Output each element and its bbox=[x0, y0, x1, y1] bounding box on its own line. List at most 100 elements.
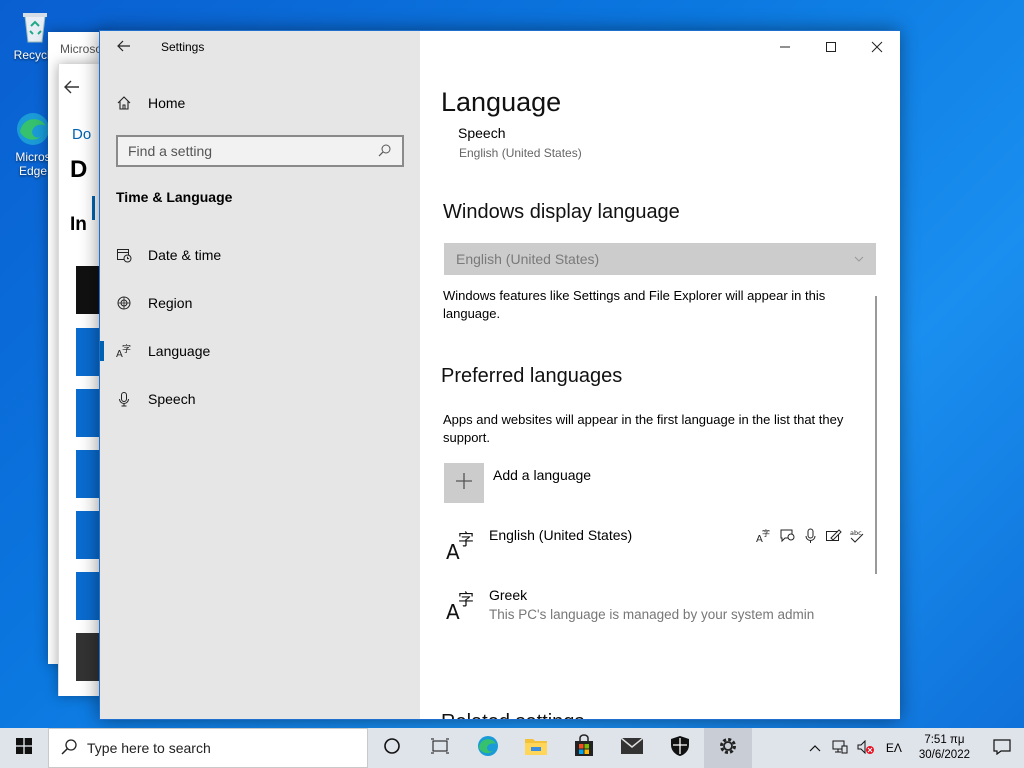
display-language-value: English (United States) bbox=[456, 251, 600, 267]
svg-text:字: 字 bbox=[122, 343, 131, 355]
input-indicator[interactable]: ΕΛ bbox=[879, 741, 909, 755]
language-pack-icon: A字 bbox=[444, 587, 480, 628]
display-language-feature-icon: A字 bbox=[756, 527, 773, 549]
nav-region[interactable]: Region bbox=[100, 283, 420, 323]
chevron-down-icon bbox=[854, 251, 864, 267]
microphone-icon bbox=[100, 391, 148, 407]
background-thumbnail bbox=[76, 511, 100, 559]
background-thumbnail bbox=[76, 389, 100, 437]
edge-icon bbox=[476, 734, 500, 763]
background-link[interactable]: Do bbox=[72, 126, 91, 143]
scrollbar[interactable] bbox=[875, 296, 877, 574]
volume-button[interactable] bbox=[853, 739, 879, 757]
nav-date-time-label: Date & time bbox=[148, 247, 222, 263]
taskbar-mail[interactable] bbox=[608, 728, 656, 768]
language-row-greek[interactable]: A字 Greek This PC's language is managed b… bbox=[444, 587, 884, 635]
nav-home[interactable]: Home bbox=[100, 83, 420, 123]
nav-speech[interactable]: Speech bbox=[100, 379, 420, 419]
add-language-button[interactable] bbox=[444, 463, 484, 503]
nav-language-label: Language bbox=[148, 343, 211, 359]
nav-speech-label: Speech bbox=[148, 391, 196, 407]
task-view-button[interactable] bbox=[416, 728, 464, 768]
text-to-speech-icon bbox=[779, 527, 796, 549]
language-admin-note: This PC's language is managed by your sy… bbox=[489, 607, 815, 622]
background-subheading: In bbox=[70, 214, 87, 235]
title-bar[interactable]: Settings bbox=[100, 31, 420, 63]
globe-icon bbox=[100, 295, 148, 311]
taskbar-search-placeholder: Type here to search bbox=[87, 740, 211, 756]
settings-nav-pane: Settings Home Find a setting Time & Lang… bbox=[100, 31, 420, 719]
cortana-button[interactable] bbox=[368, 728, 416, 768]
language-icon: A字 bbox=[100, 343, 148, 359]
home-icon bbox=[100, 95, 148, 111]
svg-text:字: 字 bbox=[458, 590, 474, 609]
related-settings-heading: Related settings bbox=[441, 711, 584, 719]
handwriting-icon bbox=[825, 527, 842, 549]
mail-icon bbox=[620, 736, 644, 760]
network-button[interactable] bbox=[827, 740, 853, 757]
network-icon bbox=[832, 740, 848, 757]
taskbar-search-input[interactable]: Type here to search bbox=[48, 728, 368, 768]
svg-text:字: 字 bbox=[458, 530, 474, 549]
store-bag-icon bbox=[572, 733, 596, 763]
notifications-button[interactable] bbox=[980, 738, 1024, 758]
taskbar: Type here to search ΕΛ 7:51 πμ 30/6/2022 bbox=[0, 728, 1024, 768]
background-thumbnail bbox=[76, 572, 100, 620]
language-name: English (United States) bbox=[489, 527, 633, 543]
background-thumbnail bbox=[76, 328, 100, 376]
nav-language[interactable]: A字 Language bbox=[100, 331, 420, 371]
settings-content-pane: Language Speech English (United States) … bbox=[420, 31, 900, 719]
nav-section-heading: Time & Language bbox=[116, 189, 233, 205]
start-button[interactable] bbox=[0, 728, 48, 768]
page-title: Language bbox=[441, 87, 562, 117]
window-caption-buttons bbox=[762, 31, 900, 63]
taskbar-store[interactable] bbox=[560, 728, 608, 768]
taskbar-file-explorer[interactable] bbox=[512, 728, 560, 768]
back-arrow-icon[interactable] bbox=[63, 78, 81, 101]
add-language-label[interactable]: Add a language bbox=[493, 467, 591, 483]
speech-link[interactable]: Speech bbox=[458, 125, 505, 141]
calendar-clock-icon bbox=[100, 247, 148, 263]
svg-text:字: 字 bbox=[762, 528, 770, 538]
background-thumbnail-dark bbox=[76, 633, 100, 681]
taskbar-edge[interactable] bbox=[464, 728, 512, 768]
folder-icon bbox=[524, 735, 548, 762]
cortana-circle-icon bbox=[383, 737, 401, 760]
language-row-english[interactable]: A字 English (United States) A字 abc bbox=[444, 527, 884, 575]
clock-date: 30/6/2022 bbox=[918, 749, 970, 761]
back-arrow-icon bbox=[116, 38, 132, 57]
search-icon bbox=[378, 143, 392, 160]
clock[interactable]: 7:51 πμ 30/6/2022 bbox=[909, 733, 980, 763]
language-feature-icons: A字 abc bbox=[756, 527, 865, 549]
speech-recognition-icon bbox=[802, 527, 819, 549]
volume-muted-icon bbox=[857, 739, 875, 757]
display-language-dropdown[interactable]: English (United States) bbox=[444, 243, 876, 275]
background-accent-bar bbox=[92, 196, 95, 220]
task-view-icon bbox=[431, 737, 449, 760]
clock-time: 7:51 πμ bbox=[924, 734, 965, 746]
settings-window[interactable]: Settings Home Find a setting Time & Lang… bbox=[99, 30, 900, 720]
close-button[interactable] bbox=[854, 31, 900, 63]
show-hidden-icons-button[interactable] bbox=[803, 741, 827, 755]
spellcheck-icon: abc bbox=[848, 527, 865, 549]
background-window-pane[interactable]: Do D In bbox=[58, 64, 100, 696]
speech-value: English (United States) bbox=[459, 146, 582, 160]
edge-icon bbox=[14, 110, 52, 148]
back-button[interactable] bbox=[100, 31, 148, 63]
maximize-button[interactable] bbox=[808, 31, 854, 63]
language-name: Greek bbox=[489, 587, 528, 603]
find-setting-input[interactable]: Find a setting bbox=[116, 135, 404, 167]
find-setting-placeholder: Find a setting bbox=[128, 143, 213, 159]
search-icon bbox=[61, 738, 77, 758]
chevron-up-icon bbox=[809, 741, 821, 755]
svg-text:abc: abc bbox=[850, 529, 862, 537]
background-heading: D bbox=[70, 156, 88, 183]
nav-region-label: Region bbox=[148, 295, 193, 311]
taskbar-settings[interactable] bbox=[704, 728, 752, 768]
taskbar-security[interactable] bbox=[656, 728, 704, 768]
background-thumbnail-dark bbox=[76, 266, 100, 314]
nav-date-time[interactable]: Date & time bbox=[100, 235, 420, 275]
system-tray: ΕΛ 7:51 πμ 30/6/2022 bbox=[803, 728, 1024, 768]
preferred-languages-heading: Preferred languages bbox=[441, 365, 623, 387]
minimize-button[interactable] bbox=[762, 31, 808, 63]
